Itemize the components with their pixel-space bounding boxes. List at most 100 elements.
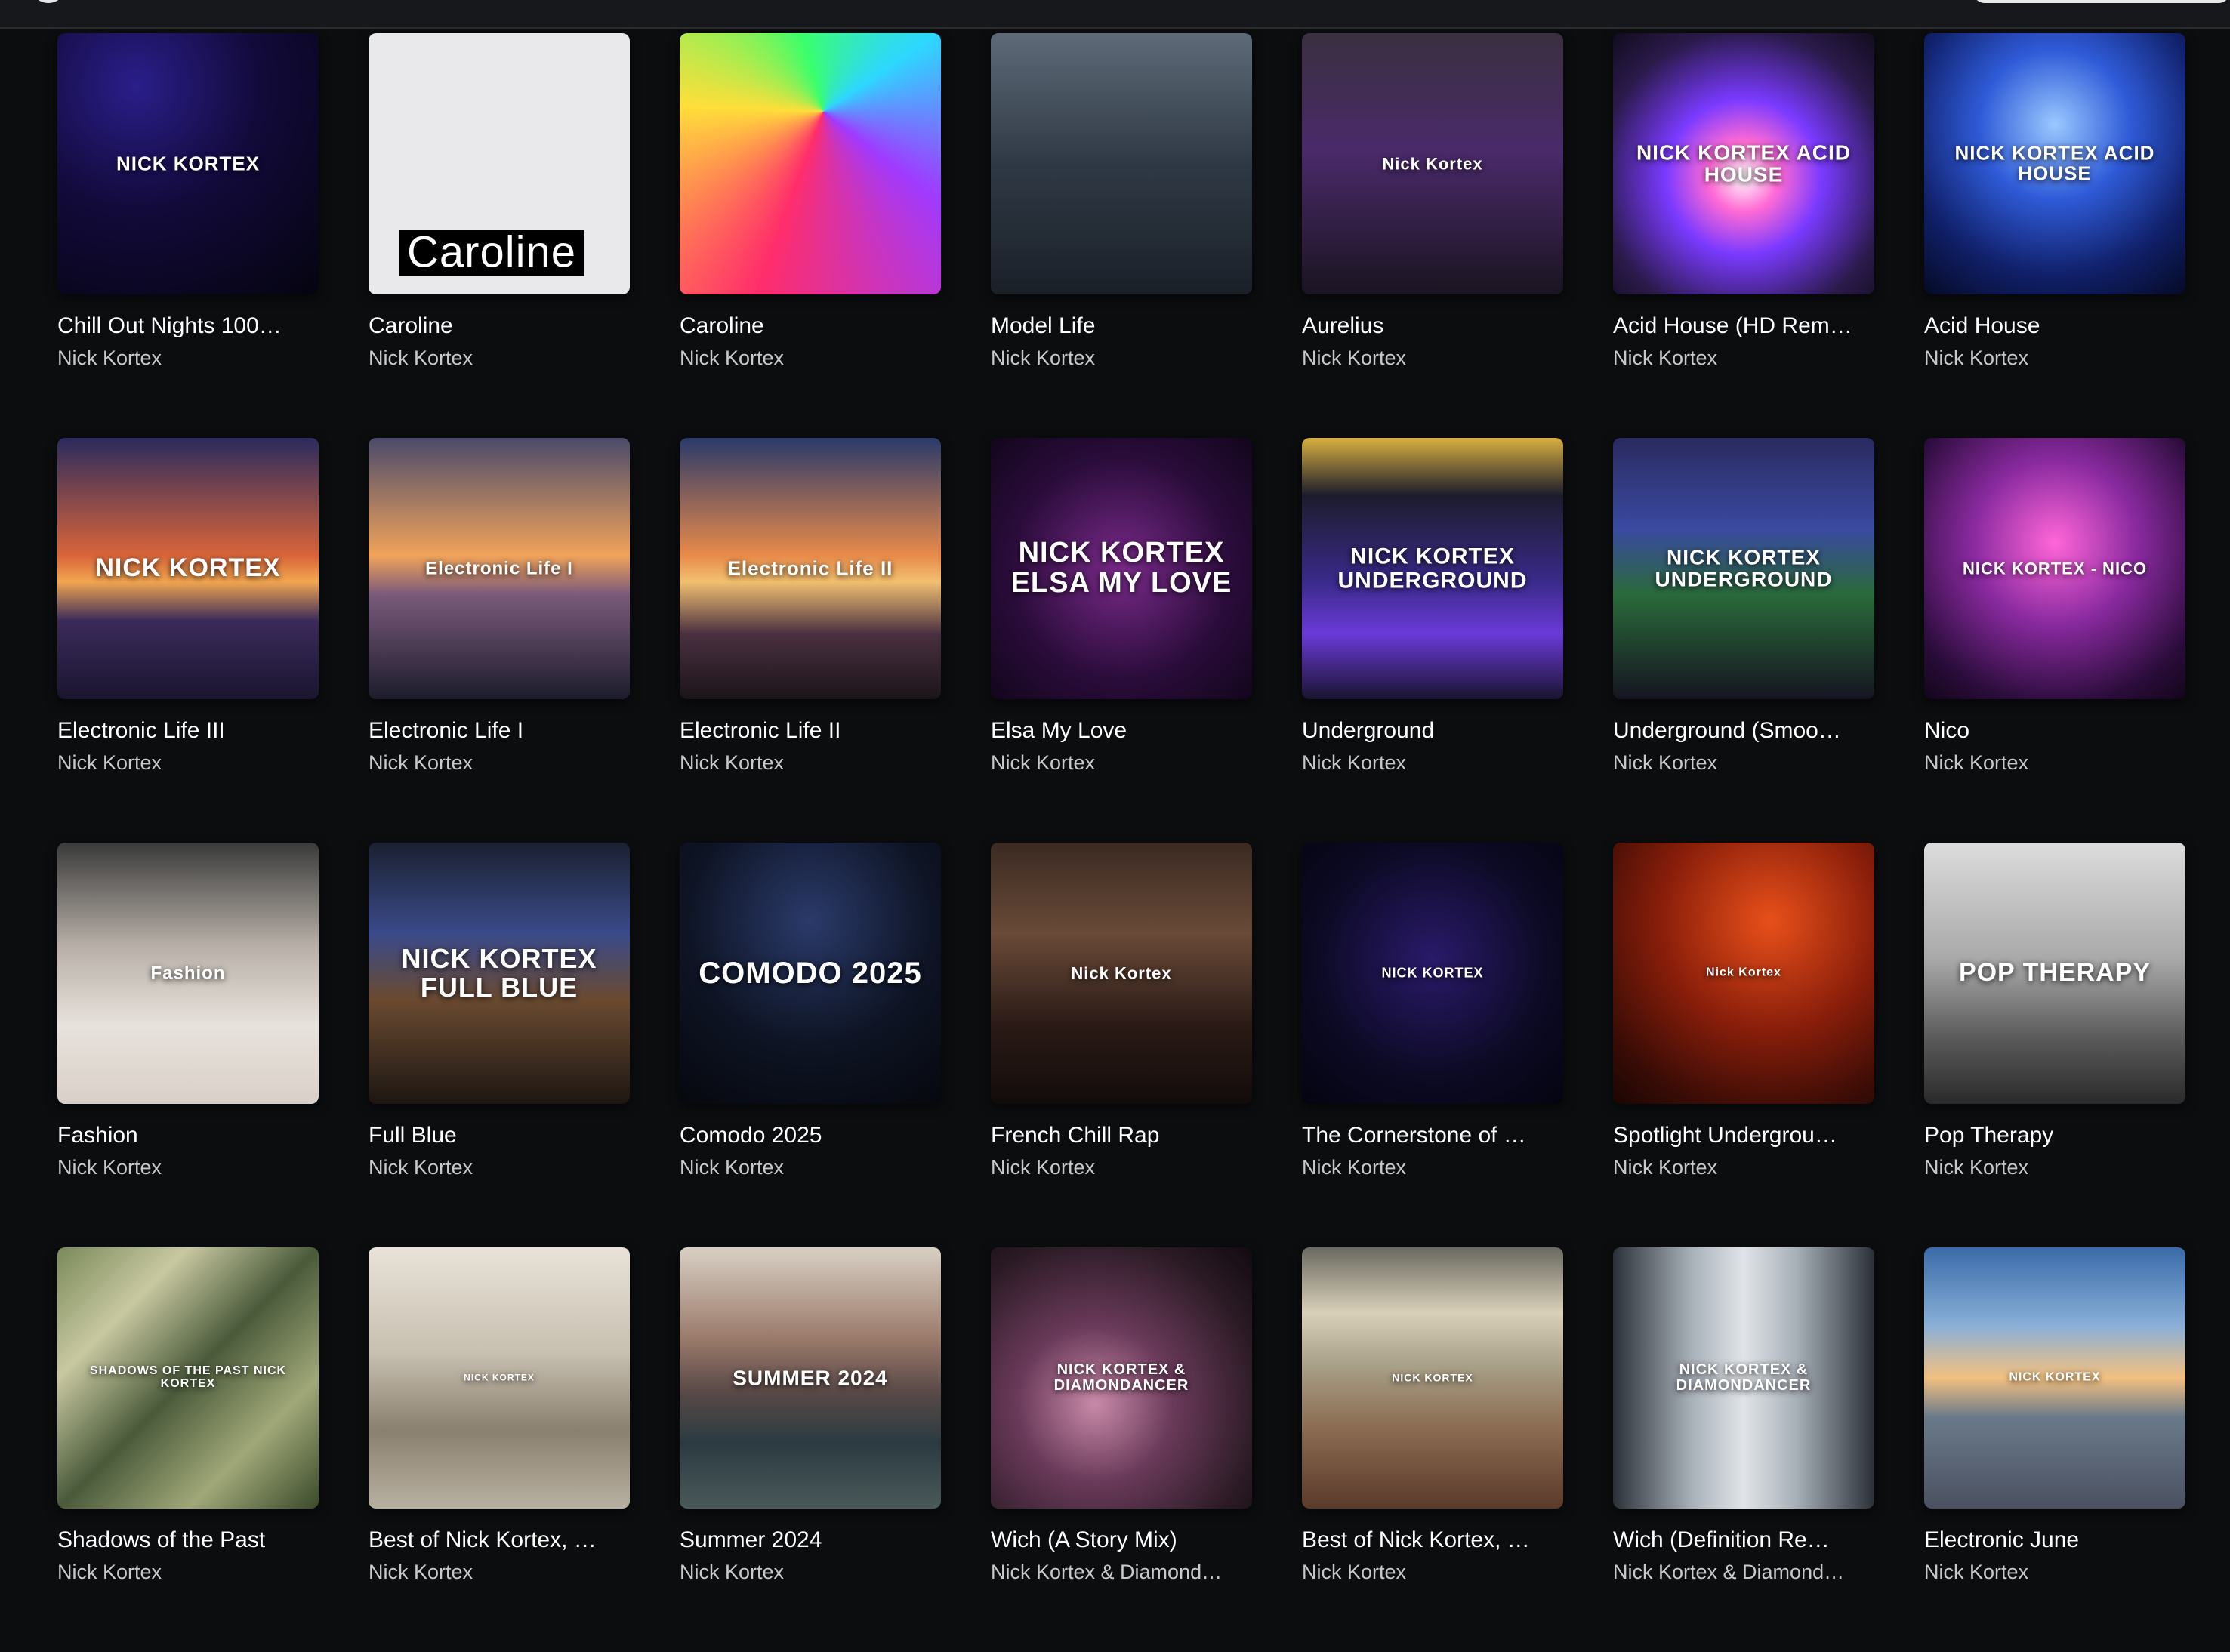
album-cover[interactable]: NICK KORTEX & DIAMONDANCER <box>1613 1247 1874 1509</box>
album-title[interactable]: Best of Nick Kortex, … <box>369 1527 630 1554</box>
album-card[interactable]: Model Life Nick Kortex <box>991 33 1252 438</box>
album-card[interactable]: NICK KORTEX UNDERGROUND Underground Nick K… <box>1302 438 1563 843</box>
album-artist[interactable]: Nick Kortex <box>1924 1155 2185 1179</box>
album-cover[interactable]: NICK KORTEX ELSA MY LOVE <box>991 438 1252 699</box>
album-artist[interactable]: Nick Kortex <box>1302 1560 1563 1584</box>
album-artist[interactable]: Nick Kortex <box>1924 750 2185 775</box>
album-artist[interactable]: Nick Kortex <box>1613 750 1874 775</box>
album-cover[interactable]: POP THERAPY <box>1924 843 2185 1104</box>
album-artist[interactable]: Nick Kortex & Diamond… <box>1613 1560 1874 1584</box>
album-card[interactable]: Nick Kortex Spotlight Undergrou… Nick Kort… <box>1613 843 1874 1247</box>
album-card[interactable]: NICK KORTEX UNDERGROUND Underground (Smoo… <box>1613 438 1874 843</box>
album-card[interactable]: NICK KORTEX Chill Out Nights 100… Nick Kor… <box>57 33 319 438</box>
album-title[interactable]: Caroline <box>680 313 941 340</box>
album-title[interactable]: Underground <box>1302 717 1563 744</box>
album-cover[interactable]: Electronic Life II <box>680 438 941 699</box>
album-card[interactable]: NICK KORTEX ACID HOUSE Acid House Nick Kor… <box>1924 33 2185 438</box>
album-cover[interactable]: NICK KORTEX - NICO <box>1924 438 2185 699</box>
album-title[interactable]: Electronic Life III <box>57 717 319 744</box>
album-card[interactable]: POP THERAPY Pop Therapy Nick Kortex <box>1924 843 2185 1247</box>
album-title[interactable]: Comodo 2025 <box>680 1122 941 1149</box>
album-cover[interactable]: NICK KORTEX <box>369 1247 630 1509</box>
album-artist[interactable]: Nick Kortex <box>680 750 941 775</box>
album-title[interactable]: Chill Out Nights 100… <box>57 313 319 340</box>
album-artist[interactable]: Nick Kortex <box>1302 750 1563 775</box>
album-title[interactable]: Electronic Life II <box>680 717 941 744</box>
album-cover[interactable]: NICK KORTEX UNDERGROUND <box>1613 438 1874 699</box>
album-title[interactable]: Caroline <box>369 313 630 340</box>
album-artist[interactable]: Nick Kortex <box>369 346 630 370</box>
album-artist[interactable]: Nick Kortex <box>369 1560 630 1584</box>
album-card[interactable]: Electronic Life I Electronic Life I Nick K… <box>369 438 630 843</box>
album-cover[interactable]: Nick Kortex <box>1302 33 1563 294</box>
album-title[interactable]: Electronic June <box>1924 1527 2185 1554</box>
album-artist[interactable]: Nick Kortex <box>1302 346 1563 370</box>
album-card[interactable]: Caroline Nick Kortex <box>680 33 941 438</box>
album-cover[interactable] <box>680 33 941 294</box>
album-card[interactable]: Fashion Fashion Nick Kortex <box>57 843 319 1247</box>
album-title[interactable]: Acid House <box>1924 313 2185 340</box>
album-title[interactable]: Spotlight Undergrou… <box>1613 1122 1874 1149</box>
album-cover[interactable]: SUMMER 2024 <box>680 1247 941 1509</box>
album-artist[interactable]: Nick Kortex <box>991 1155 1252 1179</box>
app-logo[interactable] <box>30 0 66 3</box>
album-title[interactable]: Wich (A Story Mix) <box>991 1527 1252 1554</box>
album-cover[interactable]: NICK KORTEX ACID HOUSE <box>1613 33 1874 294</box>
album-artist[interactable]: Nick Kortex <box>680 346 941 370</box>
album-artist[interactable]: Nick Kortex <box>57 1155 319 1179</box>
album-card[interactable]: NICK KORTEX & DIAMONDANCER Wich (A Story … <box>991 1247 1252 1652</box>
album-cover[interactable]: Fashion <box>57 843 319 1104</box>
album-card[interactable]: NICK KORTEX Best of Nick Kortex, … Nick Ko… <box>1302 1247 1563 1652</box>
album-title[interactable]: Acid House (HD Rem… <box>1613 313 1874 340</box>
album-title[interactable]: Best of Nick Kortex, … <box>1302 1527 1563 1554</box>
album-artist[interactable]: Nick Kortex <box>680 1560 941 1584</box>
album-cover[interactable]: NICK KORTEX UNDERGROUND <box>1302 438 1563 699</box>
album-cover[interactable]: Caroline <box>369 33 630 294</box>
album-card[interactable]: Caroline Caroline Nick Kortex <box>369 33 630 438</box>
album-cover[interactable]: Nick Kortex <box>1613 843 1874 1104</box>
album-title[interactable]: Model Life <box>991 313 1252 340</box>
album-title[interactable]: Aurelius <box>1302 313 1563 340</box>
album-artist[interactable]: Nick Kortex <box>369 1155 630 1179</box>
album-title[interactable]: Fashion <box>57 1122 319 1149</box>
album-title[interactable]: Electronic Life I <box>369 717 630 744</box>
album-card[interactable]: NICK KORTEX ELSA MY LOVE Elsa My Love Nick… <box>991 438 1252 843</box>
album-title[interactable]: Nico <box>1924 717 2185 744</box>
album-cover[interactable]: NICK KORTEX & DIAMONDANCER <box>991 1247 1252 1509</box>
album-card[interactable]: NICK KORTEX ACID HOUSE Acid House (HD Rem… <box>1613 33 1874 438</box>
album-card[interactable]: NICK KORTEX FULL BLUE Full Blue Nick Korte… <box>369 843 630 1247</box>
album-card[interactable]: COMODO 2025 Comodo 2025 Nick Kortex <box>680 843 941 1247</box>
album-cover[interactable]: NICK KORTEX ACID HOUSE <box>1924 33 2185 294</box>
album-card[interactable]: NICK KORTEX Electronic Life III Nick Korte… <box>57 438 319 843</box>
album-card[interactable]: SHADOWS OF THE PAST NICK KORTEX Shadows o… <box>57 1247 319 1652</box>
album-card[interactable]: NICK KORTEX & DIAMONDANCER Wich (Definiti… <box>1613 1247 1874 1652</box>
album-title[interactable]: Elsa My Love <box>991 717 1252 744</box>
album-cover[interactable]: NICK KORTEX <box>57 438 319 699</box>
album-card[interactable]: Nick Kortex French Chill Rap Nick Kortex <box>991 843 1252 1247</box>
album-cover[interactable]: NICK KORTEX <box>1302 1247 1563 1509</box>
album-card[interactable]: NICK KORTEX The Cornerstone of … Nick Kort… <box>1302 843 1563 1247</box>
album-artist[interactable]: Nick Kortex <box>57 1560 319 1584</box>
album-artist[interactable]: Nick Kortex & Diamond… <box>991 1560 1252 1584</box>
album-artist[interactable]: Nick Kortex <box>991 346 1252 370</box>
album-cover[interactable]: NICK KORTEX <box>1302 843 1563 1104</box>
album-cover[interactable]: COMODO 2025 <box>680 843 941 1104</box>
album-title[interactable]: Summer 2024 <box>680 1527 941 1554</box>
album-cover[interactable]: NICK KORTEX FULL BLUE <box>369 843 630 1104</box>
search-input[interactable] <box>1973 0 2230 3</box>
album-title[interactable]: Shadows of the Past <box>57 1527 319 1554</box>
album-title[interactable]: Wich (Definition Re… <box>1613 1527 1874 1554</box>
album-artist[interactable]: Nick Kortex <box>57 346 319 370</box>
album-cover[interactable]: Electronic Life I <box>369 438 630 699</box>
album-artist[interactable]: Nick Kortex <box>1924 1560 2185 1584</box>
album-cover[interactable]: NICK KORTEX <box>57 33 319 294</box>
album-cover[interactable]: Nick Kortex <box>991 843 1252 1104</box>
album-title[interactable]: Pop Therapy <box>1924 1122 2185 1149</box>
album-title[interactable]: Underground (Smoo… <box>1613 717 1874 744</box>
album-card[interactable]: NICK KORTEX Electronic June Nick Kortex <box>1924 1247 2185 1652</box>
album-artist[interactable]: Nick Kortex <box>1924 346 2185 370</box>
album-title[interactable]: The Cornerstone of … <box>1302 1122 1563 1149</box>
album-cover[interactable]: SHADOWS OF THE PAST NICK KORTEX <box>57 1247 319 1509</box>
album-card[interactable]: Electronic Life II Electronic Life II Nick… <box>680 438 941 843</box>
album-artist[interactable]: Nick Kortex <box>1613 1155 1874 1179</box>
